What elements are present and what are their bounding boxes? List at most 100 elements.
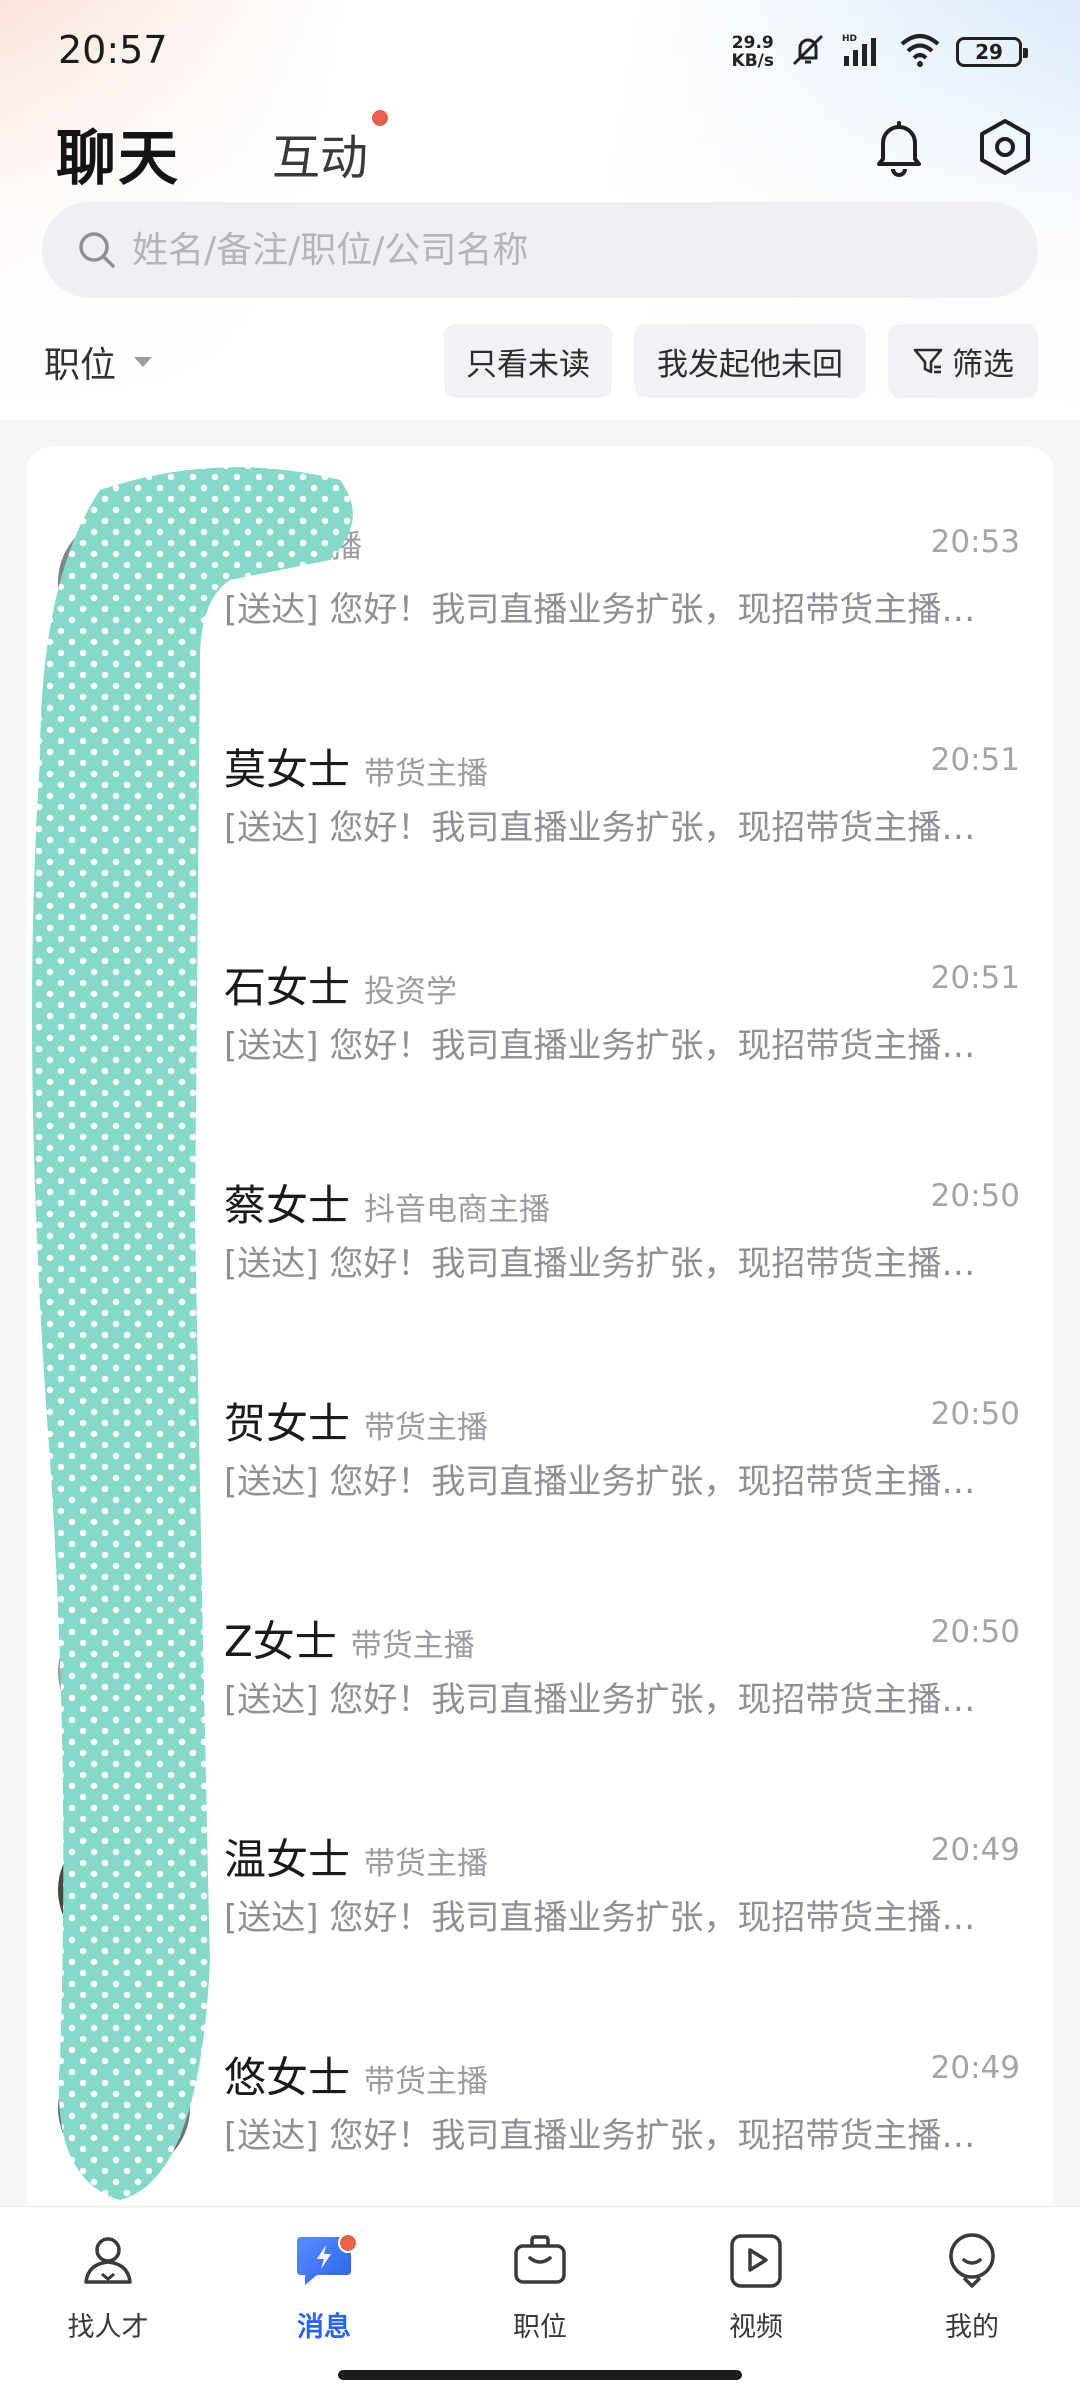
filter-button[interactable]: 筛选 [888,324,1038,398]
chat-time: 20:50 [930,1614,1020,1650]
chat-preview: [送达] 您好！我司直播业务扩张，现招带货主播，期待您的加入 [224,2116,1004,2156]
job-title: 投资学 [364,974,458,1010]
wifi-icon [898,32,942,72]
i-sent-no-reply-button[interactable]: 我发起他未回 [634,324,866,398]
avatar [58,1388,190,1520]
contact-name: Z女士 [224,1617,337,1666]
tab-chat[interactable]: 聊天 [56,110,180,197]
profile-icon [939,2227,1005,2293]
chat-name: 莫女士 带货主播 [224,736,488,797]
network-speed-unit: KB/s [731,51,774,71]
avatar [58,734,190,866]
nav-positions-label: 职位 [513,2312,567,2343]
chat-row[interactable]: Z女士带货主播 20:50 [送达] 您好！我司直播业务扩张，现招带货主播，期待… [26,1536,1054,1754]
nav-videos-label: 视频 [729,2312,783,2343]
avatar [58,1824,190,1956]
signal-icon: HD [842,32,884,72]
job-title: 带货主播 [364,756,489,792]
position-dropdown[interactable]: 职位 [44,336,153,388]
chat-name: 温女士 带货主播 [224,1826,488,1887]
nav-mine-label: 我的 [945,2312,999,2343]
nav-videos[interactable]: 视频 [676,2227,836,2357]
chat-row[interactable]: 温女士带货主播 20:49 [送达] 您好！我司直播业务扩张，现招带货主播，期待… [26,1754,1054,1972]
search-input[interactable] [132,229,992,271]
chat-time: 20:51 [930,960,1020,996]
chat-row[interactable]: 带货主播 20:53 [送达] 您好！我司直播业务扩张，现招带货主播，期待您的加… [26,446,1054,664]
nav-positions[interactable]: 职位 [460,2227,620,2357]
notification-bell-icon[interactable] [864,112,934,182]
chat-row[interactable]: 蔡女士 抖音电商主播 20:50 [送达] 您好！我司直播业务扩张，现招带货主播，… [26,1100,1054,1318]
battery-indicator: 29 [956,37,1028,67]
status-icons: 29.9 KB/s HD 29 [732,30,1028,74]
chat-preview: [送达] 您好！我司直播业务扩张，现招带货主播，期待您的加入 [224,590,1004,630]
settings-icon[interactable] [970,112,1040,182]
svg-text:HD: HD [842,34,857,44]
chat-name: 蔡女士 抖音电商主播 [224,1172,550,1233]
search-bar[interactable] [42,202,1038,298]
chat-row[interactable]: 石女士投资学 20:51 [送达] 您好！我司直播业务扩张，现招带货主播，期待您… [26,882,1054,1100]
chat-time: 20:51 [930,742,1020,778]
nav-messages-label: 消息 [297,2312,351,2343]
job-title: 带货主播 [364,1846,489,1882]
contact-name: 莫女士 [224,745,351,794]
avatar [58,952,190,1084]
filter-icon [912,345,944,377]
chat-preview: [送达] 您好！我司直播业务扩张，现招带货主播，期待您的加入 [224,1680,1004,1720]
position-dropdown-label: 职位 [44,345,117,386]
briefcase-icon [507,2227,573,2293]
network-speed-value: 29.9 [731,33,774,53]
mute-bell-icon [788,30,828,74]
chat-time: 20:50 [930,1178,1020,1214]
contact-name: 蔡女士 [224,1181,351,1230]
job-title: 带货主播 [350,1628,475,1664]
chat-name: 贺女士 带货主播 [224,1390,488,1451]
tab-interact[interactable]: 互动 [272,118,368,188]
job-title: 带货主播 [364,1410,489,1446]
search-icon [76,229,118,271]
filter-label: 筛选 [952,346,1014,383]
chat-name: 带货主播 [224,518,362,567]
home-indicator[interactable] [338,2370,742,2380]
job-title: 抖音电商主播 [364,1192,551,1228]
chat-row[interactable]: 悠女士带货主播 20:49 [送达] 您好！我司直播业务扩张，现招带货主播，期待… [26,1972,1054,2190]
chat-name: 石女士 投资学 [224,954,457,1015]
chat-name: Z女士 带货主播 [224,1608,475,1669]
nav-messages[interactable]: 消息 [244,2227,404,2357]
contact-name: 悠女士 [224,2053,351,2102]
avatar [58,2042,190,2174]
chat-list: 带货主播 20:53 [送达] 您好！我司直播业务扩张，现招带货主播，期待您的加… [26,446,1054,2206]
chat-time: 20:53 [930,524,1020,560]
chat-time: 20:49 [930,1832,1020,1868]
chat-preview: [送达] 您好！我司直播业务扩张，现招带货主播，期待您的加入 [224,1244,1004,1284]
job-title: 带货主播 [238,529,362,565]
tab-interact-badge [372,110,388,126]
nav-mine[interactable]: 我的 [892,2227,1052,2357]
nav-find-talent-label: 找人才 [67,2312,149,2343]
contact-name: 贺女士 [224,1399,351,1448]
caret-down-icon [134,357,153,367]
contact-name: 石女士 [224,963,351,1012]
chat-time: 20:49 [930,2050,1020,2086]
find-talent-icon [75,2227,141,2293]
chat-row[interactable]: 贺女士带货主播 20:50 [送达] 您好！我司直播业务扩张，现招带货主播，期待… [26,1318,1054,1536]
chat-preview: [送达] 您好！我司直播业务扩张，现招带货主播，期待您的加入 [224,808,1004,848]
unread-only-button[interactable]: 只看未读 [444,324,612,398]
chat-time: 20:50 [930,1396,1020,1432]
avatar [58,1170,190,1302]
video-icon [723,2227,789,2293]
chat-preview: [送达] 您好！我司直播业务扩张，现招带货主播，期待您的加入 [224,1898,1004,1938]
filter-row: 职位 只看未读 我发起他未回 筛选 [0,322,1080,398]
chat-row[interactable]: 莫女士带货主播 20:51 [送达] 您好！我司直播业务扩张，现招带货主播，期待… [26,664,1054,882]
nav-find-talent[interactable]: 找人才 [28,2227,188,2357]
chat-name: 悠女士 带货主播 [224,2044,488,2105]
network-speed: 29.9 KB/s [732,34,774,70]
avatar [58,516,190,648]
chat-preview: [送达] 您好！我司直播业务扩张，现招带货主播，期待您的加入 [224,1462,1004,1502]
job-title: 带货主播 [364,2064,489,2100]
avatar [58,1606,190,1738]
status-bar: 20:57 29.9 KB/s HD 29 [0,0,1080,100]
chat-preview: [送达] 您好！我司直播业务扩张，现招带货主播，期待您的加入 [224,1026,1004,1066]
contact-name: 温女士 [224,1835,351,1884]
status-time: 20:57 [58,28,168,72]
header: 聊天 互动 [0,100,1080,200]
